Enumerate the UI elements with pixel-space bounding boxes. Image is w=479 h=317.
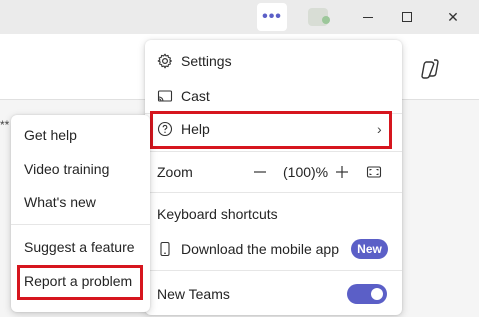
phone-icon bbox=[156, 240, 174, 258]
menu-item-cast[interactable]: Cast bbox=[145, 81, 402, 111]
menu-item-label: Zoom bbox=[157, 164, 193, 180]
menu-item-new-teams: New Teams bbox=[145, 279, 402, 309]
settings-and-more-menu: Settings Cast Help › Zoom (100)% Keyboar… bbox=[145, 40, 402, 315]
submenu-item-label: Suggest a feature bbox=[24, 239, 135, 255]
new-teams-toggle[interactable] bbox=[347, 284, 387, 304]
menu-item-label: Keyboard shortcuts bbox=[157, 206, 278, 222]
submenu-item-suggest-feature[interactable]: Suggest a feature bbox=[11, 232, 150, 262]
zoom-in-button[interactable] bbox=[334, 164, 350, 180]
maximize-button[interactable] bbox=[396, 6, 418, 28]
close-icon: ✕ bbox=[447, 8, 459, 25]
help-highlight-box bbox=[150, 111, 392, 149]
submenu-item-whats-new[interactable]: What's new bbox=[11, 187, 150, 217]
menu-divider bbox=[11, 224, 150, 225]
submenu-item-label: Video training bbox=[24, 161, 110, 177]
submenu-item-label: What's new bbox=[24, 194, 96, 210]
submenu-item-video-training[interactable]: Video training bbox=[11, 154, 150, 184]
close-button[interactable]: ✕ bbox=[442, 6, 464, 28]
menu-item-label: Cast bbox=[181, 88, 210, 104]
cast-icon bbox=[156, 87, 174, 105]
menu-divider bbox=[145, 270, 402, 271]
toggle-knob bbox=[371, 288, 383, 300]
full-screen-icon[interactable] bbox=[365, 163, 383, 181]
menu-item-label: New Teams bbox=[157, 286, 230, 302]
menu-divider bbox=[145, 192, 402, 193]
menu-item-download-mobile-app[interactable]: Download the mobile app New bbox=[145, 234, 402, 264]
menu-divider bbox=[145, 151, 402, 152]
menu-item-zoom: Zoom (100)% bbox=[145, 157, 402, 187]
submenu-item-get-help[interactable]: Get help bbox=[11, 120, 150, 150]
truncated-text: ** bbox=[0, 118, 10, 132]
submenu-item-label: Get help bbox=[24, 127, 77, 143]
menu-item-keyboard-shortcuts[interactable]: Keyboard shortcuts bbox=[145, 199, 402, 229]
minimize-icon bbox=[363, 16, 373, 18]
copilot-icon[interactable] bbox=[420, 59, 440, 79]
menu-item-label: Download the mobile app bbox=[181, 241, 339, 257]
new-badge: New bbox=[351, 239, 388, 259]
zoom-level: (100)% bbox=[283, 164, 329, 180]
menu-item-label: Settings bbox=[181, 53, 232, 69]
minimize-button[interactable] bbox=[357, 6, 379, 28]
report-problem-highlight-box bbox=[17, 265, 143, 300]
gear-icon bbox=[156, 52, 174, 70]
menu-item-settings[interactable]: Settings bbox=[145, 46, 402, 76]
more-options-button[interactable]: ••• bbox=[257, 3, 287, 31]
presence-status-icon bbox=[322, 16, 330, 24]
more-horizontal-icon: ••• bbox=[262, 8, 282, 25]
maximize-icon bbox=[402, 12, 412, 22]
help-submenu: Get help Video training What's new Sugge… bbox=[11, 115, 150, 312]
zoom-out-button[interactable] bbox=[252, 164, 268, 180]
